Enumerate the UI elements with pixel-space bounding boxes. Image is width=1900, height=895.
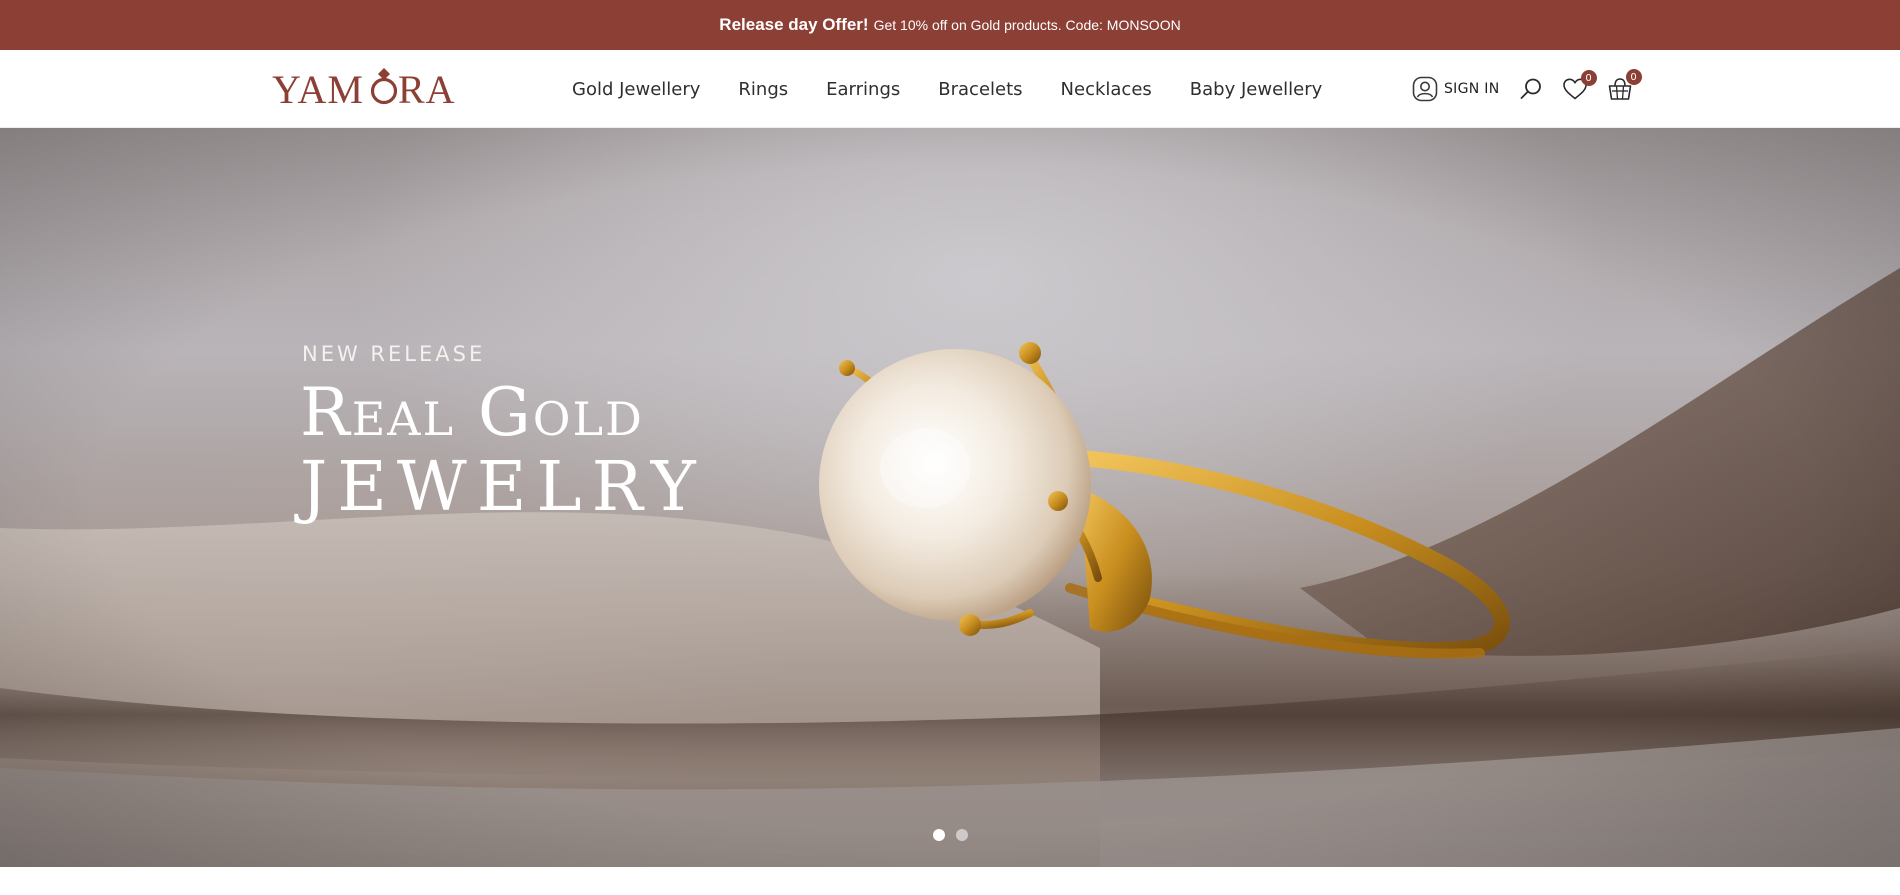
nav-gold-jewellery[interactable]: Gold Jewellery [572,79,700,100]
main-nav: Gold Jewellery Rings Earrings Bracelets … [572,50,1360,128]
search-button[interactable] [1519,77,1543,101]
announcement-highlight: Release day Offer! [719,15,869,34]
wishlist-count-badge: 0 [1580,70,1597,86]
sign-in-button[interactable]: SIGN IN [1412,76,1500,102]
hero-banner[interactable]: NEW RELEASE Real Gold JEWELRY [0,128,1900,867]
nav-baby-jewellery[interactable]: Baby Jewellery [1190,79,1323,100]
svg-text:RA: RA [398,67,456,108]
cart-button[interactable]: 0 [1607,69,1642,102]
user-icon [1412,76,1438,102]
sign-in-label: SIGN IN [1444,81,1500,97]
cart-count-badge: 0 [1625,69,1642,85]
nav-necklaces[interactable]: Necklaces [1061,79,1152,100]
announcement-bar: Release day Offer! Get 10% off on Gold p… [0,0,1900,50]
nav-earrings[interactable]: Earrings [826,79,900,100]
brand-logo[interactable]: YAM RA [272,66,460,108]
carousel-dots [933,829,979,841]
carousel-dot-1[interactable] [933,829,945,841]
hero-title-line1: Real Gold [300,374,644,451]
announcement-text: Get 10% off on Gold products. Code: MONS… [873,17,1181,33]
hero-eyebrow: NEW RELEASE [302,342,486,366]
header-actions: SIGN IN 0 0 [1412,50,1652,128]
hero-title-line2: JEWELRY [300,448,706,527]
hero-image-pearl-ring [0,128,1900,867]
nav-rings[interactable]: Rings [738,79,788,100]
search-icon [1520,78,1541,99]
svg-text:YAM: YAM [272,67,364,108]
wishlist-button[interactable]: 0 [1562,70,1597,101]
carousel-dot-2[interactable] [956,829,968,841]
nav-bracelets[interactable]: Bracelets [938,79,1022,100]
site-header: YAM RA Gold Jewellery Rings Earrings Bra… [0,50,1900,128]
logo-wordmark: YAM RA [272,67,456,108]
